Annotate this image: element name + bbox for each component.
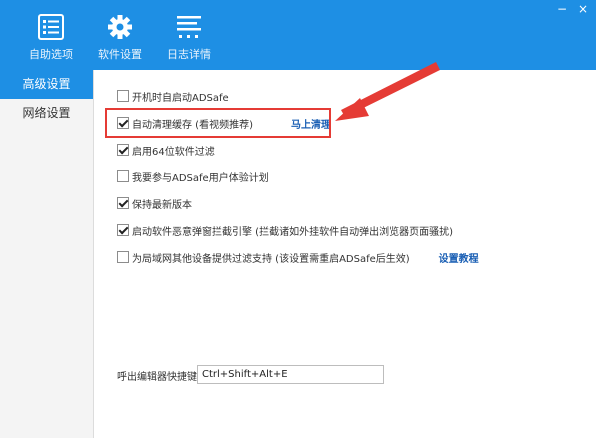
checkbox[interactable] [117, 90, 129, 102]
highlight-box [105, 108, 331, 138]
setting-ux-program[interactable]: 我要参与ADSafe用户体验计划 [117, 168, 269, 184]
toolbar-item-self-help[interactable]: 自助选项 [16, 14, 86, 66]
minimize-button[interactable]: − [554, 2, 570, 16]
gear-icon [85, 14, 155, 40]
setting-label: 开机时自启动ADSafe [132, 92, 229, 104]
setting-label: 启用64位软件过滤 [132, 146, 215, 158]
sidebar-item-network-settings[interactable]: 网络设置 [0, 99, 93, 128]
setting-label: 保持最新版本 [132, 199, 192, 211]
checklist-icon [16, 14, 86, 40]
hotkey-label: 呼出编辑器快捷键 [117, 372, 197, 383]
log-list-icon [154, 14, 224, 40]
setting-64bit-filter[interactable]: 启用64位软件过滤 [117, 142, 215, 158]
checkbox[interactable] [117, 197, 129, 209]
toolbar-item-software-settings[interactable]: 软件设置 [85, 14, 155, 66]
checkbox[interactable] [117, 224, 129, 236]
setup-tutorial-link[interactable]: 设置教程 [439, 250, 479, 265]
checkbox[interactable] [117, 170, 129, 182]
toolbar-item-label: 自助选项 [29, 48, 73, 61]
checkbox[interactable] [117, 144, 129, 156]
checkbox[interactable] [117, 251, 129, 263]
setting-autostart[interactable]: 开机时自启动ADSafe [117, 88, 229, 104]
setting-popup-blocker[interactable]: 启动软件恶意弹窗拦截引擎 (拦截诸如外挂软件自动弹出浏览器页面骚扰) [117, 222, 453, 238]
toolbar-item-label: 软件设置 [98, 48, 142, 61]
sidebar-item-advanced-settings[interactable]: 高级设置 [0, 70, 93, 99]
setting-keep-latest[interactable]: 保持最新版本 [117, 195, 192, 211]
setting-label: 启动软件恶意弹窗拦截引擎 (拦截诸如外挂软件自动弹出浏览器页面骚扰) [132, 226, 453, 238]
close-button[interactable]: × [575, 2, 591, 16]
toolbar-item-label: 日志详情 [167, 48, 211, 61]
hotkey-input[interactable] [197, 365, 384, 384]
setting-label: 我要参与ADSafe用户体验计划 [132, 172, 269, 184]
setting-label: 为局域网其他设备提供过滤支持 (该设置需重启ADSafe后生效) [132, 253, 410, 265]
sidebar: 高级设置 网络设置 [0, 70, 94, 438]
top-toolbar: 自助选项 软件设置 日志详情 − × [0, 0, 596, 70]
setting-lan-filter[interactable]: 为局域网其他设备提供过滤支持 (该设置需重启ADSafe后生效) 设置教程 [117, 249, 479, 265]
toolbar-item-log-details[interactable]: 日志详情 [154, 14, 224, 66]
